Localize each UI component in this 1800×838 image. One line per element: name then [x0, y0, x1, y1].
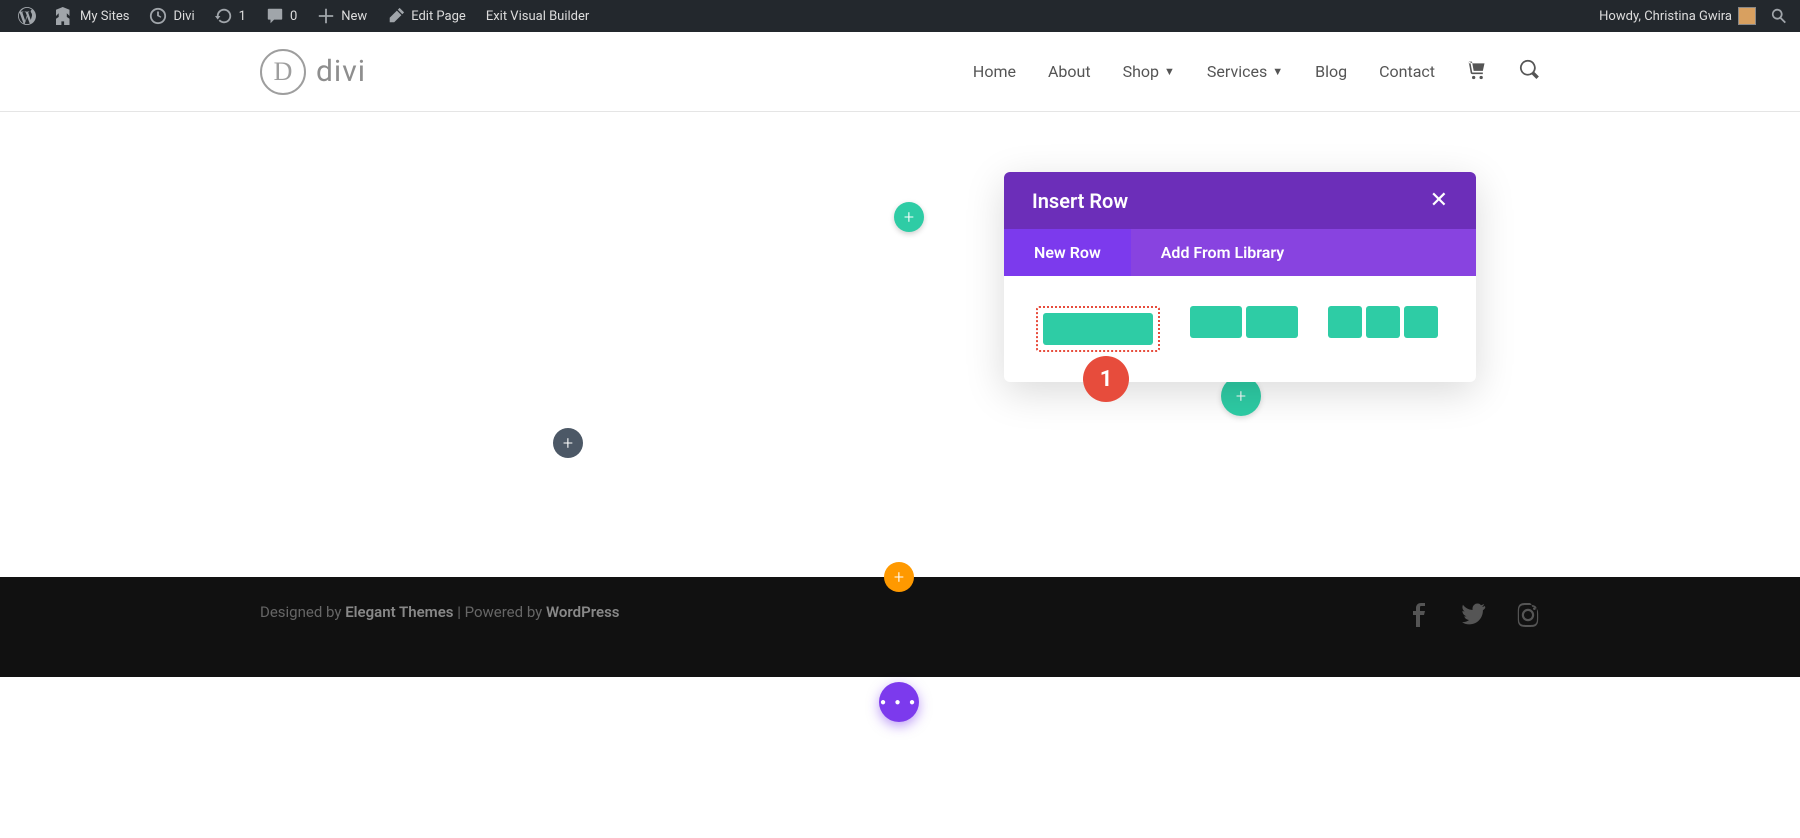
new-link[interactable]: New	[307, 0, 377, 32]
wp-admin-bar: My Sites Divi 1 0 New	[0, 0, 1800, 32]
logo-text: divi	[316, 54, 366, 89]
pencil-icon	[387, 7, 405, 25]
add-row-below-button[interactable]: +	[1221, 376, 1261, 416]
admin-bar-left: My Sites Divi 1 0 New	[8, 0, 599, 32]
nav-services[interactable]: Services ▼	[1207, 62, 1283, 81]
site-header: D divi Home About Shop ▼ Services ▼ Blog…	[0, 32, 1800, 112]
site-name-link[interactable]: Divi	[139, 0, 204, 32]
tab-add-from-library[interactable]: Add From Library	[1131, 229, 1314, 276]
nav-shop[interactable]: Shop ▼	[1123, 62, 1175, 81]
updates-count: 1	[239, 9, 246, 24]
nav-contact[interactable]: Contact	[1379, 62, 1435, 81]
wp-logo[interactable]	[8, 0, 46, 32]
social-links	[1408, 603, 1540, 627]
nav-shop-label: Shop	[1123, 62, 1159, 81]
column-block	[1190, 306, 1242, 338]
search-icon	[1770, 7, 1788, 25]
designed-by-label: Designed by	[260, 603, 345, 621]
modal-title: Insert Row	[1032, 189, 1128, 213]
annotation-badge-1: 1	[1083, 356, 1129, 402]
new-label: New	[341, 9, 367, 24]
separator: | Powered by	[453, 603, 546, 621]
modal-header: Insert Row ✕	[1004, 172, 1476, 229]
column-layout-2[interactable]	[1190, 306, 1298, 352]
avatar	[1738, 7, 1756, 25]
howdy-link[interactable]: Howdy, Christina Gwira	[1589, 0, 1766, 32]
edit-page-label: Edit Page	[411, 9, 466, 24]
close-icon[interactable]: ✕	[1430, 188, 1448, 213]
nav-services-label: Services	[1207, 62, 1267, 81]
wordpress-icon	[18, 7, 36, 25]
add-module-button[interactable]: +	[553, 428, 583, 458]
elegant-themes-link[interactable]: Elegant Themes	[345, 603, 453, 621]
insert-row-modal: Insert Row ✕ New Row Add From Library 1	[1004, 172, 1476, 382]
site-name-label: Divi	[173, 9, 194, 24]
twitter-icon[interactable]	[1462, 603, 1486, 627]
comments-link[interactable]: 0	[256, 0, 307, 32]
column-block	[1246, 306, 1298, 338]
admin-bar-right: Howdy, Christina Gwira	[1589, 0, 1792, 32]
tab-new-row[interactable]: New Row	[1004, 229, 1131, 276]
chevron-down-icon: ▼	[1164, 65, 1175, 78]
facebook-icon[interactable]	[1408, 603, 1432, 627]
admin-search[interactable]	[1766, 0, 1792, 32]
column-layout-3[interactable]	[1328, 306, 1438, 352]
updates-link[interactable]: 1	[205, 0, 256, 32]
column-layout-1[interactable]: 1	[1036, 306, 1160, 352]
add-row-button[interactable]: +	[894, 202, 924, 232]
home-icon	[56, 7, 74, 25]
logo-mark: D	[260, 49, 306, 95]
instagram-icon[interactable]	[1516, 603, 1540, 627]
nav-blog[interactable]: Blog	[1315, 62, 1347, 81]
dashboard-icon	[149, 7, 167, 25]
site-search-icon[interactable]	[1519, 59, 1540, 84]
comment-icon	[266, 7, 284, 25]
column-block	[1043, 313, 1153, 345]
site-logo[interactable]: D divi	[260, 49, 366, 95]
column-block	[1404, 306, 1438, 338]
column-block	[1366, 306, 1400, 338]
chevron-down-icon: ▼	[1272, 65, 1283, 78]
modal-body: 1	[1004, 276, 1476, 382]
footer-credits: Designed by Elegant Themes | Powered by …	[260, 603, 620, 621]
edit-page-link[interactable]: Edit Page	[377, 0, 476, 32]
add-section-button[interactable]: +	[884, 562, 914, 592]
wordpress-link[interactable]: WordPress	[546, 603, 620, 621]
site-footer: Designed by Elegant Themes | Powered by …	[0, 577, 1800, 677]
primary-nav: Home About Shop ▼ Services ▼ Blog Contac…	[973, 59, 1540, 84]
howdy-label: Howdy, Christina Gwira	[1599, 9, 1732, 24]
nav-about[interactable]: About	[1048, 62, 1091, 81]
plus-icon	[317, 7, 335, 25]
modal-tabs: New Row Add From Library	[1004, 229, 1476, 276]
my-sites-label: My Sites	[80, 9, 129, 24]
exit-vb-label: Exit Visual Builder	[486, 9, 589, 24]
cart-icon[interactable]	[1467, 60, 1487, 84]
column-block	[1328, 306, 1362, 338]
builder-canvas: + + + Insert Row ✕ New Row Add From Libr…	[0, 112, 1800, 577]
nav-home[interactable]: Home	[973, 62, 1016, 81]
update-icon	[215, 7, 233, 25]
my-sites-link[interactable]: My Sites	[46, 0, 139, 32]
comments-count: 0	[290, 9, 297, 24]
exit-vb-link[interactable]: Exit Visual Builder	[476, 0, 599, 32]
builder-menu-button[interactable]: ● ● ●	[879, 682, 919, 722]
